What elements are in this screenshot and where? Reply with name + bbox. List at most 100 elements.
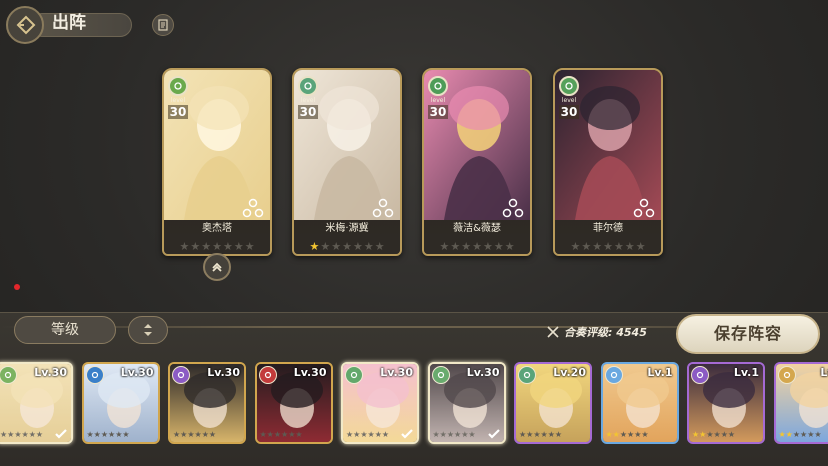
star-empty-icon: ★ — [454, 430, 462, 439]
class-icon — [783, 371, 790, 379]
crossed-swords-icon — [547, 326, 559, 338]
sort-dropdown[interactable]: 等级 — [14, 316, 116, 344]
roster-character-card[interactable]: Lv.1★★★★★★ — [773, 362, 828, 444]
star-rating: ★ ★ ★ ★ ★ ★ — [260, 431, 303, 439]
roster-character-card[interactable]: Lv.30 ★ ★ ★ ★ ★ ★ — [254, 362, 333, 444]
star-empty-icon: ★ — [641, 430, 649, 439]
star-empty-icon: ★ — [108, 430, 116, 439]
character-name: 米梅·源冀 — [294, 220, 400, 238]
roster-character-card[interactable]: Lv.30 ★ ★ ★ ★ ★ ★ — [81, 362, 160, 444]
class-icon — [91, 371, 98, 379]
star-rating: ★ ★ ★ ★ ★ ★ — [173, 431, 216, 439]
star-rating: ★ ★ ★ ★ ★ ★ ★ — [555, 238, 661, 254]
star-empty-icon: ★ — [432, 430, 440, 439]
class-icon — [350, 371, 358, 379]
star-empty-icon: ★ — [374, 430, 382, 439]
notification-dot — [14, 284, 20, 290]
star-empty-icon: ★ — [201, 430, 209, 439]
star-empty-icon: ★ — [346, 430, 354, 439]
expand-button[interactable] — [203, 253, 231, 281]
character-roster: Lv.30 ★ ★ ★ ★ ★ ★ Lv.30 ★ ★ ★ ★ ★ ★ Lv.30 ★ ★ ★ ★ ★ ★ Lv.30 ★ ★… — [0, 362, 828, 446]
star-empty-icon: ★ — [201, 239, 212, 253]
star-rating: ★ ★ ★ ★ ★ ★ ★ — [424, 238, 530, 254]
level-word: level — [430, 97, 446, 104]
star-empty-icon: ★ — [180, 430, 188, 439]
class-icon — [523, 371, 531, 379]
class-icon — [437, 371, 444, 379]
back-arrow-icon — [16, 15, 36, 35]
formation-slot[interactable]: level 30 菲尔德 ★ ★ ★ ★ ★ ★ ★ — [553, 68, 663, 256]
rating-text: 合奏评级: 4545 — [564, 326, 647, 339]
star-empty-icon: ★ — [461, 239, 472, 253]
star-empty-icon: ★ — [472, 239, 482, 253]
checkmark-icon — [55, 429, 67, 439]
role-icon — [85, 366, 104, 384]
page-title: 出阵 — [52, 13, 86, 33]
level-label: Lv.20 — [553, 366, 586, 379]
star-empty-icon: ★ — [363, 239, 374, 253]
role-icon — [168, 76, 188, 96]
roster-character-card[interactable]: Lv.30 ★ ★ ★ ★ ★ ★ — [0, 362, 73, 444]
roster-character-card[interactable]: Lv.1★★★★★★ — [687, 362, 765, 444]
roster-character-card[interactable]: Lv.30 ★ ★ ★ ★ ★ ★ — [168, 362, 246, 444]
level-label: Lv.30 — [380, 366, 413, 379]
star-empty-icon: ★ — [624, 239, 635, 253]
formation-slot[interactable]: level 30 奥杰塔 ★ ★ ★ ★ ★ ★ ★ — [162, 68, 272, 256]
role-icon — [428, 76, 448, 96]
star-empty-icon: ★ — [554, 430, 563, 439]
star-empty-icon: ★ — [381, 430, 390, 439]
star-empty-icon: ★ — [619, 430, 628, 439]
sort-order-button[interactable] — [128, 316, 168, 344]
formation-notes-button[interactable] — [152, 14, 174, 36]
roster-character-card[interactable]: Lv.30 ★ ★ ★ ★ ★ ★ — [427, 362, 506, 444]
star-empty-icon: ★ — [187, 430, 195, 439]
character-portrait — [0, 364, 71, 442]
star-empty-icon: ★ — [0, 430, 8, 439]
star-empty-icon: ★ — [281, 430, 289, 439]
level-value: 30 — [168, 105, 188, 119]
level-label: Lv.30 — [293, 366, 327, 379]
document-icon — [158, 19, 168, 31]
level-value: 30 — [428, 105, 448, 119]
character-portrait — [343, 364, 417, 442]
class-icon — [610, 371, 617, 379]
star-empty-icon: ★ — [461, 430, 469, 439]
star-empty-icon: ★ — [35, 430, 44, 439]
star-empty-icon: ★ — [493, 239, 504, 253]
star-empty-icon: ★ — [468, 430, 476, 439]
roster-character-card[interactable]: Lv.1★★★★★★ — [600, 362, 679, 444]
roster-character-card[interactable]: Lv.30 ★ ★ ★ ★ ★ ★ — [341, 362, 419, 444]
star-empty-icon: ★ — [288, 430, 296, 439]
formation-slot[interactable]: level 30 薇洁&薇瑟 ★ ★ ★ ★ ★ ★ ★ — [422, 68, 532, 256]
star-empty-icon: ★ — [374, 239, 385, 253]
star-empty-icon: ★ — [259, 430, 267, 439]
star-filled-icon: ★ — [692, 430, 700, 439]
class-icon — [696, 371, 704, 379]
level-label: Lv.1 — [820, 366, 828, 379]
role-icon — [345, 366, 363, 384]
star-filled-icon: ★ — [612, 430, 620, 439]
star-empty-icon: ★ — [727, 430, 736, 439]
level-value: 30 — [559, 105, 579, 119]
save-formation-button[interactable]: 保存阵容 — [676, 314, 820, 354]
star-empty-icon: ★ — [266, 430, 274, 439]
star-empty-icon: ★ — [28, 430, 36, 439]
level-word: level — [170, 97, 186, 104]
formation-slot[interactable]: level 30 米梅·源冀 ★ ★ ★ ★ ★ ★ ★ — [292, 68, 402, 256]
class-icon — [434, 82, 442, 90]
star-empty-icon: ★ — [634, 430, 642, 439]
role-icon — [559, 76, 579, 96]
checkmark-icon — [401, 429, 413, 439]
back-button[interactable] — [6, 6, 44, 44]
character-name: 奥杰塔 — [164, 220, 270, 238]
star-empty-icon: ★ — [450, 239, 461, 253]
character-name: 薇洁&薇瑟 — [424, 220, 530, 238]
level-label: Lv.30 — [120, 366, 154, 379]
star-empty-icon: ★ — [807, 430, 815, 439]
top-bar: 出阵 — [0, 0, 828, 48]
star-empty-icon: ★ — [519, 430, 527, 439]
level-label: Lv.30 — [466, 366, 500, 379]
ensemble-rating: 合奏评级: 4545 — [546, 324, 647, 340]
role-icon — [172, 366, 190, 384]
roster-character-card[interactable]: Lv.20 ★ ★ ★ ★ ★ ★ — [514, 362, 592, 444]
